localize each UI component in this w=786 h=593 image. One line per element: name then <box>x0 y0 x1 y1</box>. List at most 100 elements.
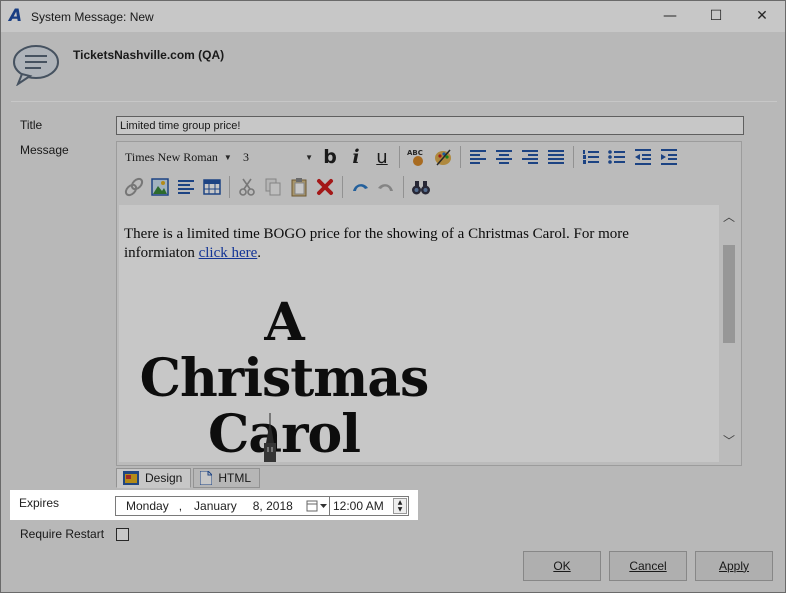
editor-vertical-scrollbar[interactable]: ︿ ﹀ <box>719 205 739 462</box>
organization-name: TicketsNashville.com (QA) <box>73 48 225 62</box>
message-label: Message <box>20 143 69 157</box>
time-spinner[interactable]: ▲ ▼ <box>393 498 407 514</box>
ok-button-label: OK <box>553 559 571 573</box>
insert-table-button[interactable] <box>200 175 224 199</box>
align-left-icon <box>470 150 486 164</box>
cancel-button-label: Cancel <box>629 559 667 573</box>
image-title-line-2: Carol <box>208 404 361 463</box>
paragraph-icon <box>178 180 194 194</box>
apply-button-label: Apply <box>718 559 750 573</box>
spell-check-icon: ABC <box>407 149 423 166</box>
copy-button[interactable] <box>261 175 285 199</box>
bullet-list-icon <box>608 150 625 164</box>
align-right-button[interactable] <box>518 145 542 169</box>
maximize-button[interactable]: ☐ <box>693 1 739 32</box>
spell-check-button[interactable]: ABC <box>405 145 429 169</box>
image-icon <box>151 178 169 196</box>
insert-link-button[interactable] <box>122 175 146 199</box>
outdent-icon <box>635 149 651 165</box>
font-name-value: Times New Roman <box>125 149 218 164</box>
chevron-down-icon: ▼ <box>223 152 232 162</box>
bullet-list-button[interactable] <box>605 145 629 169</box>
date-day-year[interactable]: 8, 2018 <box>253 499 293 513</box>
title-label: Title <box>20 118 43 132</box>
justify-icon <box>548 150 564 164</box>
font-size-select[interactable]: 3 ▼ <box>239 146 317 168</box>
delete-button[interactable] <box>313 175 337 199</box>
editor-toolbar-row-2 <box>121 173 434 201</box>
underline-button[interactable]: u <box>370 145 394 169</box>
outdent-button[interactable] <box>631 145 655 169</box>
message-period: . <box>257 245 262 261</box>
numbered-list-icon <box>583 150 599 164</box>
editor-mode-tabs: Design HTML <box>116 468 262 490</box>
tab-html-label: HTML <box>218 471 252 485</box>
color-palette-button[interactable] <box>431 145 455 169</box>
italic-button[interactable]: i <box>344 145 368 169</box>
toolbar-separator <box>460 146 461 168</box>
tab-design-label: Design <box>145 471 183 485</box>
rich-text-editor: Times New Roman ▼ 3 ▼ b i u ABC There is… <box>116 141 742 466</box>
apply-button[interactable]: Apply <box>695 551 773 581</box>
insert-image-button[interactable] <box>148 175 172 199</box>
align-center-button[interactable] <box>492 145 516 169</box>
close-button[interactable]: ✕ <box>739 1 785 32</box>
tab-design[interactable]: Design <box>116 468 192 488</box>
ok-button[interactable]: OK <box>523 551 601 581</box>
paragraph-format-button[interactable] <box>174 175 198 199</box>
bold-button[interactable]: b <box>318 145 342 169</box>
clock-tower-icon <box>264 413 276 462</box>
calendar-icon <box>306 500 327 512</box>
find-button[interactable] <box>409 175 433 199</box>
time-value: 12:00 AM <box>333 499 384 513</box>
editor-content-area[interactable]: There is a limited time BOGO price for t… <box>119 205 719 462</box>
title-bar: A System Message: New — ☐ ✕ <box>1 1 785 32</box>
header-divider <box>11 101 777 102</box>
palette-icon <box>435 149 451 166</box>
numbered-list-button[interactable] <box>579 145 603 169</box>
cancel-button[interactable]: Cancel <box>609 551 687 581</box>
paste-button[interactable] <box>287 175 311 199</box>
expires-time-input[interactable]: 12:00 AM ▲ ▼ <box>329 496 409 516</box>
undo-icon <box>353 184 368 191</box>
minimize-button[interactable]: — <box>647 1 693 32</box>
expires-label: Expires <box>19 496 60 510</box>
title-input[interactable] <box>116 116 744 135</box>
calendar-dropdown-button[interactable] <box>305 498 329 514</box>
font-size-value: 3 <box>243 149 249 164</box>
scrollbar-thumb[interactable] <box>723 245 735 343</box>
toolbar-separator <box>229 176 230 198</box>
scroll-up-chevron-icon[interactable]: ︿ <box>719 207 739 227</box>
spin-up-icon[interactable]: ▲ <box>394 499 406 506</box>
redo-icon <box>378 184 393 191</box>
font-name-select[interactable]: Times New Roman ▼ <box>121 146 239 168</box>
expires-date-picker[interactable]: Monday , January 8, 2018 <box>115 496 332 516</box>
justify-button[interactable] <box>544 145 568 169</box>
align-center-icon <box>496 150 512 164</box>
click-here-link[interactable]: click here <box>199 245 258 261</box>
bold-icon: b <box>323 146 337 168</box>
date-separator: , <box>178 499 183 513</box>
scroll-down-chevron-icon[interactable]: ﹀ <box>719 431 739 451</box>
table-icon <box>203 179 221 195</box>
require-restart-checkbox[interactable] <box>116 528 129 541</box>
cut-button[interactable] <box>235 175 259 199</box>
redo-button[interactable] <box>374 175 398 199</box>
require-restart-label: Require Restart <box>20 527 105 541</box>
undo-button[interactable] <box>348 175 372 199</box>
align-right-icon <box>522 150 538 164</box>
align-left-button[interactable] <box>466 145 490 169</box>
copy-icon <box>265 178 281 196</box>
svg-text:ABC: ABC <box>407 149 423 157</box>
message-paragraph: There is a limited time BOGO price for t… <box>124 225 684 263</box>
app-logo-icon: A <box>9 6 23 26</box>
date-weekday[interactable]: Monday <box>126 499 169 513</box>
indent-button[interactable] <box>657 145 681 169</box>
date-month[interactable]: January <box>194 499 237 513</box>
delete-x-icon <box>317 179 333 195</box>
spin-down-icon[interactable]: ▼ <box>394 506 406 513</box>
italic-icon: i <box>352 146 360 168</box>
image-title-line-1: A Christmas <box>139 292 430 409</box>
tab-html[interactable]: HTML <box>193 468 261 488</box>
underline-icon: u <box>376 146 388 168</box>
